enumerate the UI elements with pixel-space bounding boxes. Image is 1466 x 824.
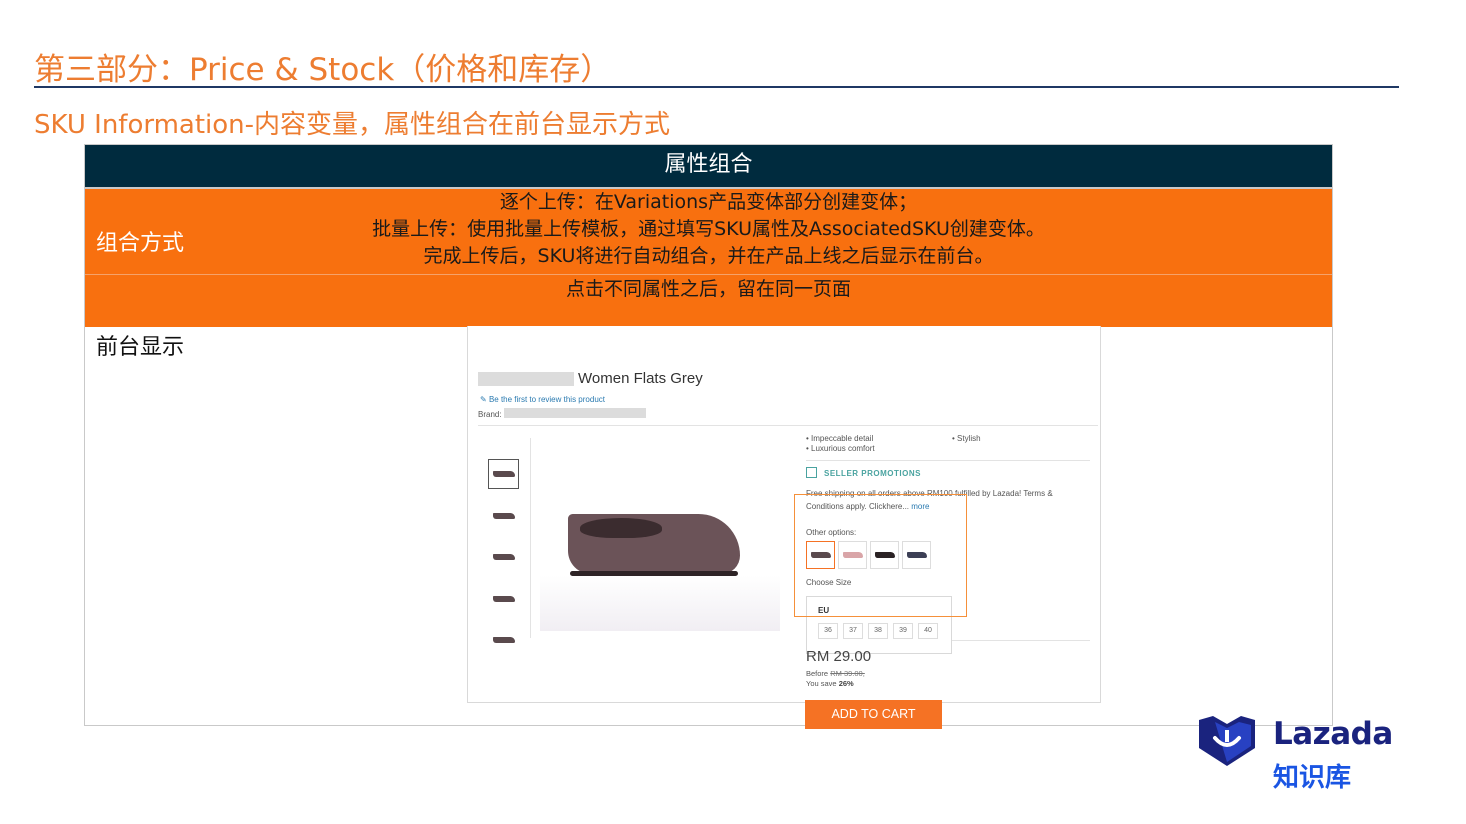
highlight-box <box>794 494 967 617</box>
gallery-thumb-2[interactable] <box>488 501 519 531</box>
title-divider <box>34 86 1399 88</box>
lazada-heart-icon <box>1199 716 1255 766</box>
brand-label: Brand: <box>478 410 502 419</box>
size-option[interactable]: 40 <box>918 623 938 639</box>
page-subtitle: SKU Information-内容变量，属性组合在前台显示方式 <box>34 110 671 140</box>
product-main-image <box>540 446 780 631</box>
divider <box>806 460 1090 461</box>
size-option[interactable]: 37 <box>843 623 863 639</box>
table-row-combination: 组合方式 逐个上传：在Variations产品变体部分创建变体； 批量上传：使用… <box>85 187 1332 274</box>
size-option[interactable]: 39 <box>893 623 913 639</box>
lazada-logo: Lazada 知识库 <box>1195 714 1395 794</box>
logo-wordmark: Lazada <box>1273 716 1393 752</box>
redacted-title-block <box>478 372 574 386</box>
gallery-thumb-4[interactable] <box>488 584 519 614</box>
logo-subtitle: 知识库 <box>1273 763 1352 793</box>
before-price: Before RM 39.00, <box>806 669 865 678</box>
combination-line-2: 批量上传：使用批量上传模板，通过填写SKU属性及AssociatedSKU创建变… <box>372 218 1045 240</box>
product-page-screenshot: Women Flats Grey ✎ Be the first to revie… <box>467 326 1101 703</box>
combination-line-3: 完成上传后，SKU将进行自动组合，并在产品上线之后显示在前台。 <box>423 245 994 267</box>
divider <box>952 640 1090 641</box>
feature-stylish: • Stylish <box>952 434 981 443</box>
seller-promotions-title: SELLER PROMOTIONS <box>824 469 921 478</box>
savings: You save 26% <box>806 679 854 688</box>
review-link[interactable]: ✎ Be the first to review this product <box>480 395 605 404</box>
feature-list: • Impeccable detail • Luxurious comfort <box>806 434 875 453</box>
product-price: RM 29.00 <box>806 648 872 665</box>
gallery-thumb-5[interactable] <box>488 625 519 655</box>
add-to-cart-button[interactable]: ADD TO CART <box>805 700 942 729</box>
page-title: 第三部分：Price & Stock（价格和库存） <box>34 52 612 88</box>
gallery-thumb-1[interactable] <box>488 459 519 489</box>
redacted-brand-block <box>504 408 646 418</box>
size-option[interactable]: 36 <box>818 623 838 639</box>
behavior-text: 点击不同属性之后，留在同一页面 <box>565 278 851 300</box>
gift-icon <box>806 467 817 478</box>
gallery-thumb-3[interactable] <box>488 542 519 572</box>
size-option[interactable]: 38 <box>868 623 888 639</box>
combination-line-1: 逐个上传：在Variations产品变体部分创建变体； <box>499 191 918 213</box>
gallery-divider <box>530 438 531 638</box>
table-row-behavior: 点击不同属性之后，留在同一页面 <box>85 274 1332 327</box>
product-name: Women Flats Grey <box>578 370 703 387</box>
divider <box>478 425 1098 426</box>
row-label-frontend: 前台显示 <box>96 335 185 360</box>
table-header: 属性组合 <box>85 145 1332 187</box>
